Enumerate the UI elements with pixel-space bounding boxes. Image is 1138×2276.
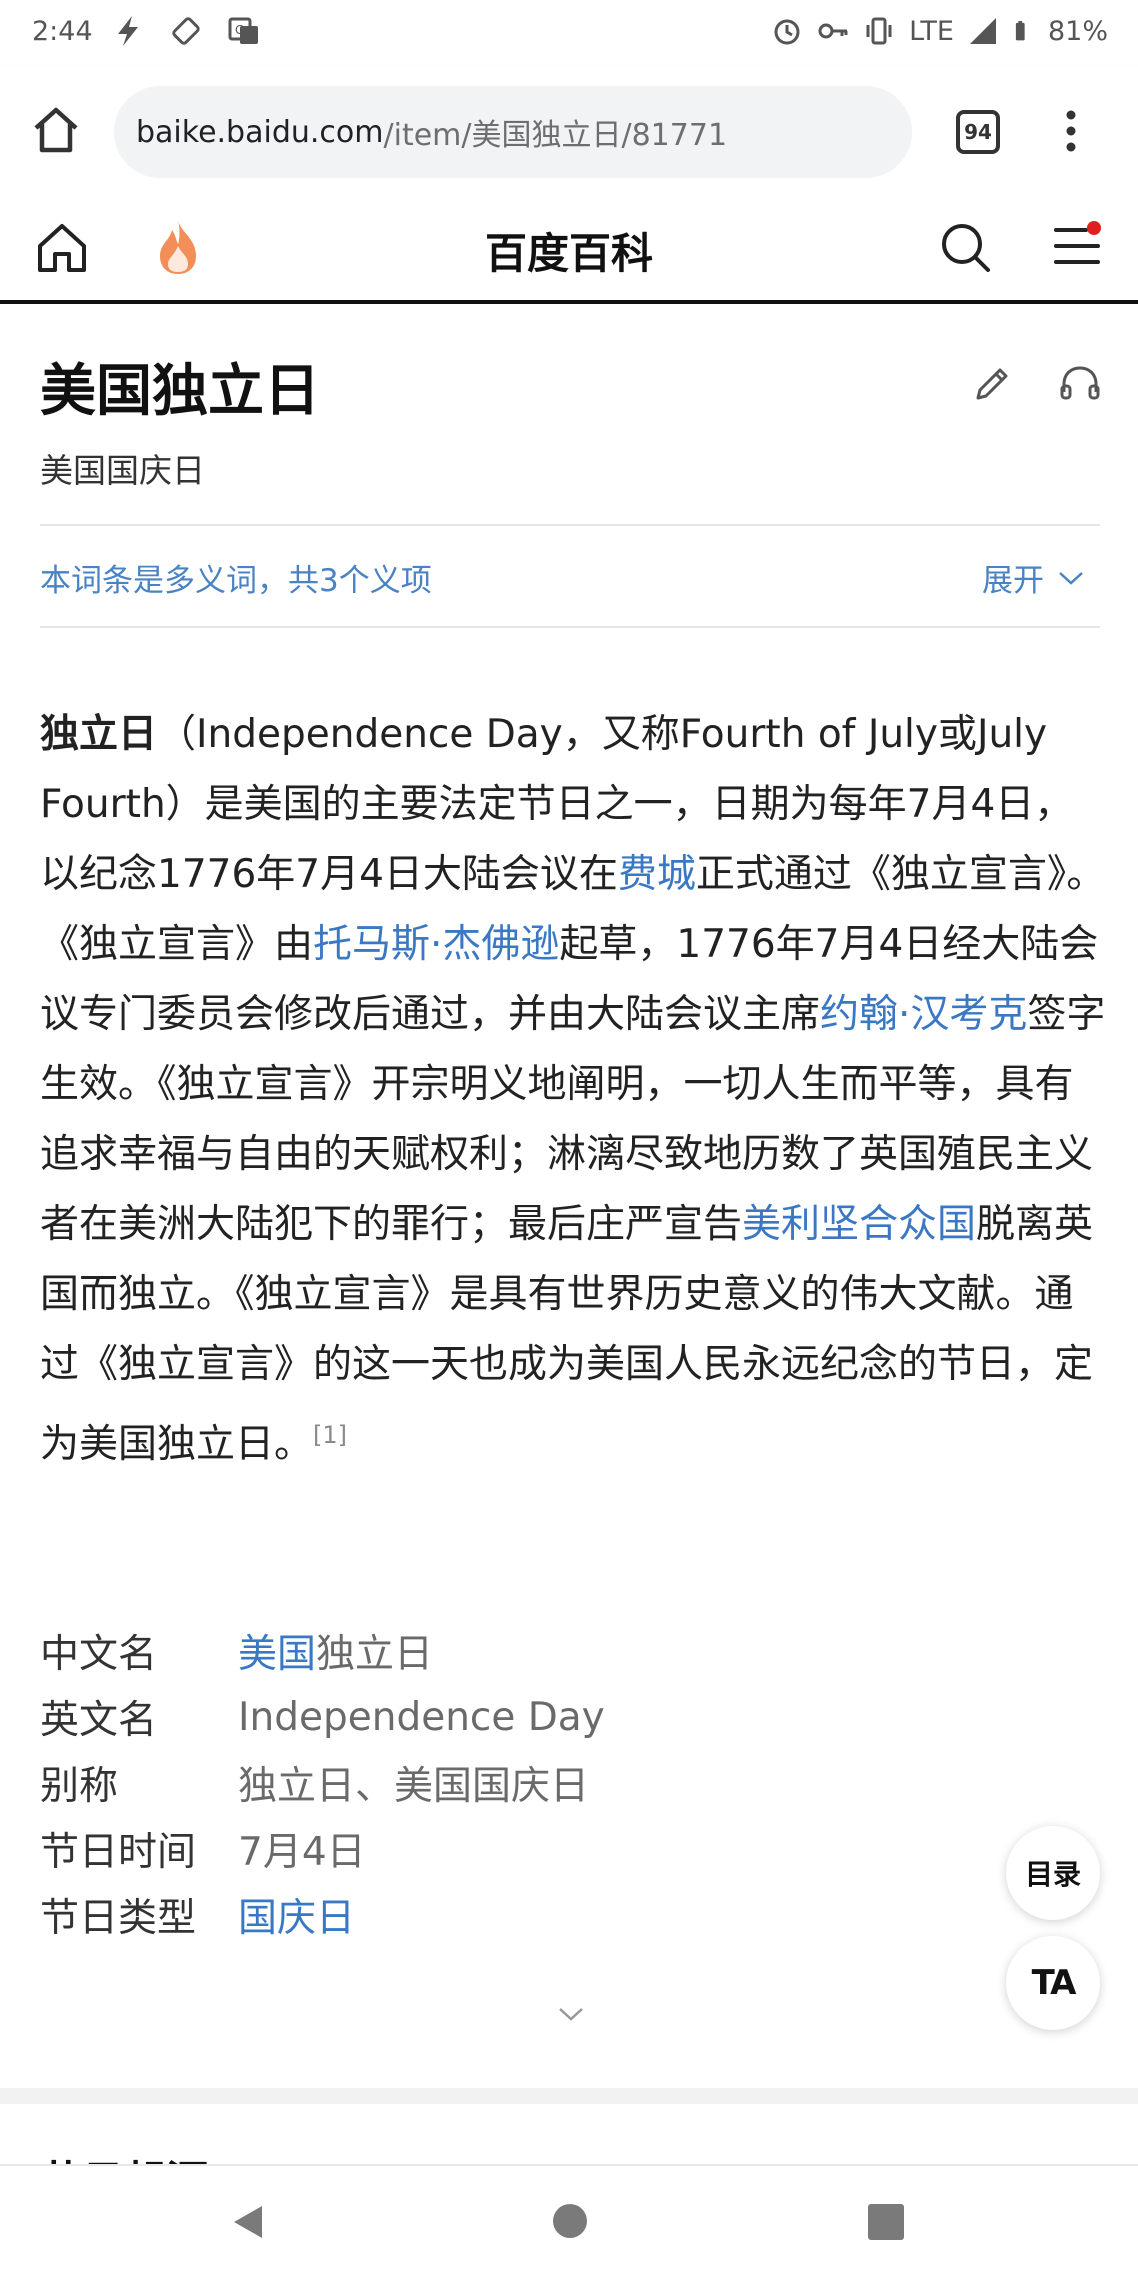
info-label: 节日时间 bbox=[40, 1830, 197, 1875]
article-title: 美国独立日 bbox=[40, 359, 320, 424]
status-bar: 2:44 G LTE 81% bbox=[0, 0, 1138, 66]
chevron-down-icon bbox=[1059, 571, 1083, 585]
battery-icon bbox=[1015, 21, 1025, 41]
menu-list-icon[interactable] bbox=[1052, 220, 1102, 270]
summary-term: 独立日 bbox=[40, 712, 158, 757]
network-type: LTE bbox=[909, 15, 954, 47]
link-john-hancock[interactable]: 约翰·汉考克 bbox=[820, 992, 1027, 1037]
flash-icon bbox=[118, 16, 138, 46]
browser-home-icon[interactable] bbox=[30, 104, 82, 156]
info-label: 中文名 bbox=[40, 1632, 158, 1677]
url-path: /item/美国独立日/81771 bbox=[383, 118, 728, 153]
info-row: 节日类型 国庆日 bbox=[40, 1882, 605, 1948]
info-label: 英文名 bbox=[40, 1698, 158, 1743]
info-value: 独立日、美国国庆日 bbox=[238, 1764, 590, 1809]
toc-button[interactable]: 目录 bbox=[1006, 1826, 1100, 1920]
vibrate-icon bbox=[866, 17, 892, 45]
toc-label: 目录 bbox=[1024, 1858, 1081, 1891]
browser-menu-icon[interactable] bbox=[1056, 106, 1086, 156]
translate-icon: G bbox=[228, 17, 258, 44]
info-value: 7月4日 bbox=[238, 1830, 366, 1875]
link-philadelphia[interactable]: 费城 bbox=[618, 852, 696, 897]
url-bar[interactable]: baike.baidu.com/item/美国独立日/81771 bbox=[114, 86, 912, 178]
signal-icon bbox=[969, 18, 996, 44]
recents-icon[interactable] bbox=[868, 2204, 904, 2240]
reference-marker[interactable]: [1] bbox=[313, 1421, 347, 1449]
url-host: baike.baidu.com bbox=[136, 114, 384, 150]
divider bbox=[40, 626, 1100, 628]
browser-toolbar: baike.baidu.com/item/美国独立日/81771 94 bbox=[0, 66, 1138, 196]
section-separator bbox=[0, 2088, 1138, 2104]
alarm-icon bbox=[774, 19, 800, 45]
link-national-day[interactable]: 国庆日 bbox=[238, 1896, 355, 1941]
link-usa-short[interactable]: 美国 bbox=[238, 1632, 316, 1677]
home-icon[interactable] bbox=[553, 2204, 587, 2238]
edit-icon[interactable] bbox=[972, 362, 1014, 404]
vpn-key-icon bbox=[818, 23, 848, 39]
svg-text:G: G bbox=[235, 23, 244, 37]
site-header: 百度百科 bbox=[0, 196, 1138, 304]
article-summary: 独立日（Independence Day，又称Fourth of July或Ju… bbox=[40, 700, 1110, 1480]
info-row: 英文名 Independence Day bbox=[40, 1684, 605, 1750]
basic-info-table: 中文名 美国独立日 英文名 Independence Day 别称 独立日、美国… bbox=[40, 1618, 605, 1948]
info-row: 中文名 美国独立日 bbox=[40, 1618, 605, 1684]
battery-level: 81% bbox=[1047, 15, 1108, 47]
notification-dot bbox=[1087, 221, 1101, 235]
link-thomas-jefferson[interactable]: 托马斯·杰佛逊 bbox=[313, 922, 559, 967]
article-subtitle: 美国国庆日 bbox=[40, 451, 205, 490]
expand-info-chevron-icon[interactable] bbox=[556, 2004, 586, 2024]
status-time: 2:44 bbox=[32, 16, 93, 47]
polysemy-notice[interactable]: 本词条是多义词，共3个义项 bbox=[40, 555, 432, 600]
link-usa[interactable]: 美利坚合众国 bbox=[742, 1202, 976, 1247]
info-value: 美国独立日 bbox=[238, 1632, 434, 1677]
info-row: 别称 独立日、美国国庆日 bbox=[40, 1750, 605, 1816]
info-value: Independence Day bbox=[238, 1694, 605, 1740]
expand-label: 展开 bbox=[982, 563, 1044, 599]
info-row: 节日时间 7月4日 bbox=[40, 1816, 605, 1882]
back-icon[interactable] bbox=[232, 2204, 264, 2240]
divider bbox=[40, 524, 1100, 526]
expand-button[interactable]: 展开 bbox=[982, 555, 1084, 600]
tab-count: 94 bbox=[964, 120, 992, 144]
font-size-label: TA bbox=[1031, 1963, 1077, 2003]
font-size-button[interactable]: TA bbox=[1006, 1936, 1100, 2030]
system-nav-bar bbox=[0, 2164, 1138, 2276]
search-icon[interactable] bbox=[938, 220, 992, 274]
info-label: 别称 bbox=[40, 1764, 119, 1809]
headphones-icon[interactable] bbox=[1058, 362, 1102, 404]
info-value: 国庆日 bbox=[238, 1887, 355, 1943]
rotate-icon bbox=[172, 17, 200, 45]
info-label: 节日类型 bbox=[40, 1896, 197, 1941]
tab-switcher-button[interactable]: 94 bbox=[956, 110, 1000, 154]
